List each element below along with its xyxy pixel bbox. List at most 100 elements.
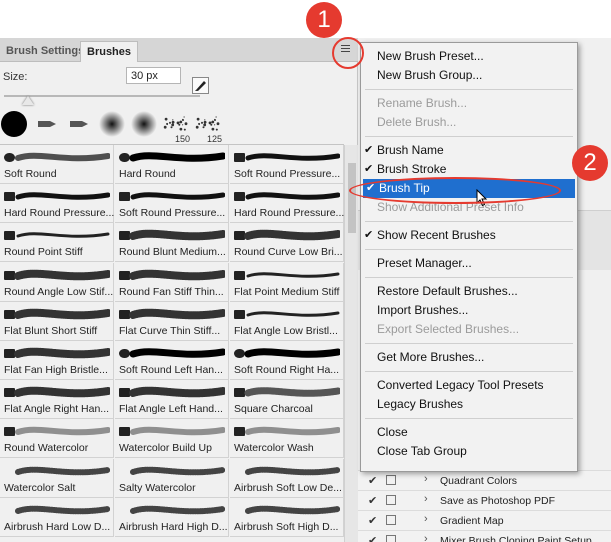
brush-preset[interactable]: Soft Round Right Ha... [230, 341, 344, 380]
brush-preset[interactable]: Airbrush Hard Low D... [0, 497, 114, 537]
brush-preset[interactable]: Flat Blunt Short Stiff [0, 301, 114, 341]
recent-brush-2[interactable] [32, 110, 64, 142]
brush-preset[interactable]: Round Point Stiff [0, 223, 114, 263]
chevron-right-icon[interactable]: › [424, 513, 428, 525]
brush-preset[interactable]: Hard Round Pressure... [0, 184, 114, 224]
brush-preset-name: Flat Angle Left Hand... [119, 403, 223, 416]
menu-item-import-brushes[interactable]: Import Brushes... [361, 301, 577, 320]
action-name: Save as Photoshop PDF [440, 495, 555, 507]
brushes-panel: Brush Settings Brushes Size: 150 125 Soft… [0, 38, 358, 542]
checkmark-icon[interactable]: ✔ [368, 474, 377, 487]
brush-preset[interactable]: Round Blunt Medium... [115, 223, 229, 263]
menu-item-label: Export Selected Brushes... [377, 322, 520, 336]
brush-size-label: 125 [206, 134, 222, 144]
brush-preset[interactable]: Hard Round Pressure... [230, 184, 344, 224]
brush-tip-icon [99, 111, 125, 137]
chevron-right-icon[interactable]: › [424, 493, 428, 505]
brush-preset[interactable]: Soft Round Left Han... [115, 341, 229, 380]
menu-item-converted-legacy-tool-presets[interactable]: Converted Legacy Tool Presets [361, 376, 577, 395]
recent-brush-6[interactable]: 150 [160, 110, 192, 144]
tab-brush-settings[interactable]: Brush Settings [0, 41, 90, 62]
brush-preset-name: Airbrush Soft High D... [234, 520, 339, 533]
brush-preset[interactable]: Flat Curve Thin Stiff... [115, 301, 229, 341]
brush-preset-name: Round Fan Stiff Thin... [119, 285, 224, 298]
size-slider-thumb[interactable] [22, 96, 34, 105]
brush-preset[interactable]: Square Charcoal [230, 380, 344, 420]
scrollbar-thumb[interactable] [348, 163, 356, 233]
brush-stroke-preview [4, 152, 110, 162]
action-row[interactable]: ✔ › Quadrant Colors [358, 470, 611, 490]
recent-brush-7[interactable]: 125 [192, 110, 224, 144]
brush-preset[interactable]: Flat Point Medium Stiff [230, 262, 344, 302]
brush-stroke-preview [119, 230, 225, 241]
menu-item-new-brush-preset[interactable]: New Brush Preset... [361, 47, 577, 66]
menu-separator [365, 136, 573, 137]
brush-stroke-preview [119, 427, 225, 437]
brush-stroke-preview [234, 153, 340, 162]
menu-item-new-brush-group[interactable]: New Brush Group... [361, 66, 577, 85]
brush-preset[interactable]: Round Watercolor [0, 419, 114, 459]
action-name: Quadrant Colors [440, 475, 518, 487]
brush-list-scrollbar[interactable] [344, 145, 358, 542]
action-row[interactable]: ✔ › Save as Photoshop PDF [358, 490, 611, 510]
brush-stroke-preview [4, 308, 110, 320]
menu-separator [365, 249, 573, 250]
chevron-right-icon[interactable]: › [424, 533, 428, 542]
brush-preset[interactable]: Round Curve Low Bri... [230, 223, 344, 263]
chevron-right-icon[interactable]: › [424, 473, 428, 485]
checkmark-icon[interactable]: ✔ [368, 514, 377, 527]
brush-preset[interactable]: Flat Angle Left Hand... [115, 380, 229, 420]
brush-preset-name: Hard Round Pressure... [4, 207, 114, 220]
brush-tip-icon [1, 111, 27, 137]
size-input[interactable] [126, 67, 181, 84]
menu-item-show-recent-brushes[interactable]: ✔ Show Recent Brushes [361, 226, 577, 245]
brush-preset-name: Flat Fan High Bristle... [4, 364, 108, 376]
brush-stroke-preview [234, 387, 340, 398]
brush-preset[interactable]: Salty Watercolor [115, 458, 229, 498]
action-row[interactable]: ✔ › Mixer Brush Cloning Paint Setup [358, 530, 611, 542]
brush-preset[interactable]: Airbrush Soft Low De... [230, 458, 344, 498]
menu-item-get-more-brushes[interactable]: Get More Brushes... [361, 348, 577, 367]
create-brush-button[interactable] [192, 77, 209, 94]
brush-preset[interactable]: Airbrush Hard High D... [115, 497, 229, 537]
menu-item-label: New Brush Group... [377, 68, 483, 82]
menu-separator [365, 343, 573, 344]
checkmark-icon[interactable]: ✔ [368, 534, 377, 542]
brush-preset[interactable]: Watercolor Wash [230, 419, 344, 459]
dialog-toggle-icon[interactable] [386, 475, 396, 485]
brush-preset[interactable]: Watercolor Build Up [115, 419, 229, 459]
menu-item-label: Restore Default Brushes... [377, 284, 518, 298]
recent-brush-1[interactable] [0, 110, 32, 142]
brush-preset[interactable]: Hard Round [115, 145, 229, 184]
brush-preset[interactable]: Soft Round [0, 145, 114, 184]
recent-brush-4[interactable] [96, 110, 128, 142]
menu-item-close-tab-group[interactable]: Close Tab Group [361, 442, 577, 461]
action-row[interactable]: ✔ › Gradient Map [358, 510, 611, 530]
brush-preset[interactable]: Soft Round Pressure... [115, 184, 229, 224]
menu-item-restore-default-brushes[interactable]: Restore Default Brushes... [361, 282, 577, 301]
brush-preset[interactable]: Flat Angle Low Bristl... [230, 301, 344, 341]
brush-preset-name: Soft Round Pressure... [234, 168, 341, 180]
brush-preset[interactable]: Airbrush Soft High D... [230, 497, 344, 537]
brush-preset[interactable]: Soft Round Pressure... [230, 145, 344, 184]
brush-preset[interactable]: Watercolor Salt [0, 458, 114, 498]
menu-item-preset-manager[interactable]: Preset Manager... [361, 254, 577, 273]
menu-separator [365, 221, 573, 222]
menu-item-close[interactable]: Close [361, 423, 577, 442]
brush-preset[interactable]: Flat Fan High Bristle... [0, 341, 114, 380]
menu-separator [365, 371, 573, 372]
brush-preset-name: Soft Round Right Ha... [234, 364, 340, 376]
dialog-toggle-icon[interactable] [386, 495, 396, 505]
brush-preset[interactable]: Round Fan Stiff Thin... [115, 262, 229, 302]
menu-item-brush-name[interactable]: ✔ Brush Name [361, 141, 577, 160]
recent-brush-3[interactable] [64, 110, 96, 142]
brush-preset[interactable]: Round Angle Low Stif... [0, 262, 114, 302]
step-badge-1: 1 [306, 2, 342, 38]
recent-brush-5[interactable] [128, 110, 160, 142]
tab-brushes[interactable]: Brushes [80, 41, 139, 62]
menu-item-legacy-brushes[interactable]: Legacy Brushes [361, 395, 577, 414]
dialog-toggle-icon[interactable] [386, 535, 396, 542]
checkmark-icon[interactable]: ✔ [368, 494, 377, 507]
brush-preset[interactable]: Flat Angle Right Han... [0, 380, 114, 420]
dialog-toggle-icon[interactable] [386, 515, 396, 525]
